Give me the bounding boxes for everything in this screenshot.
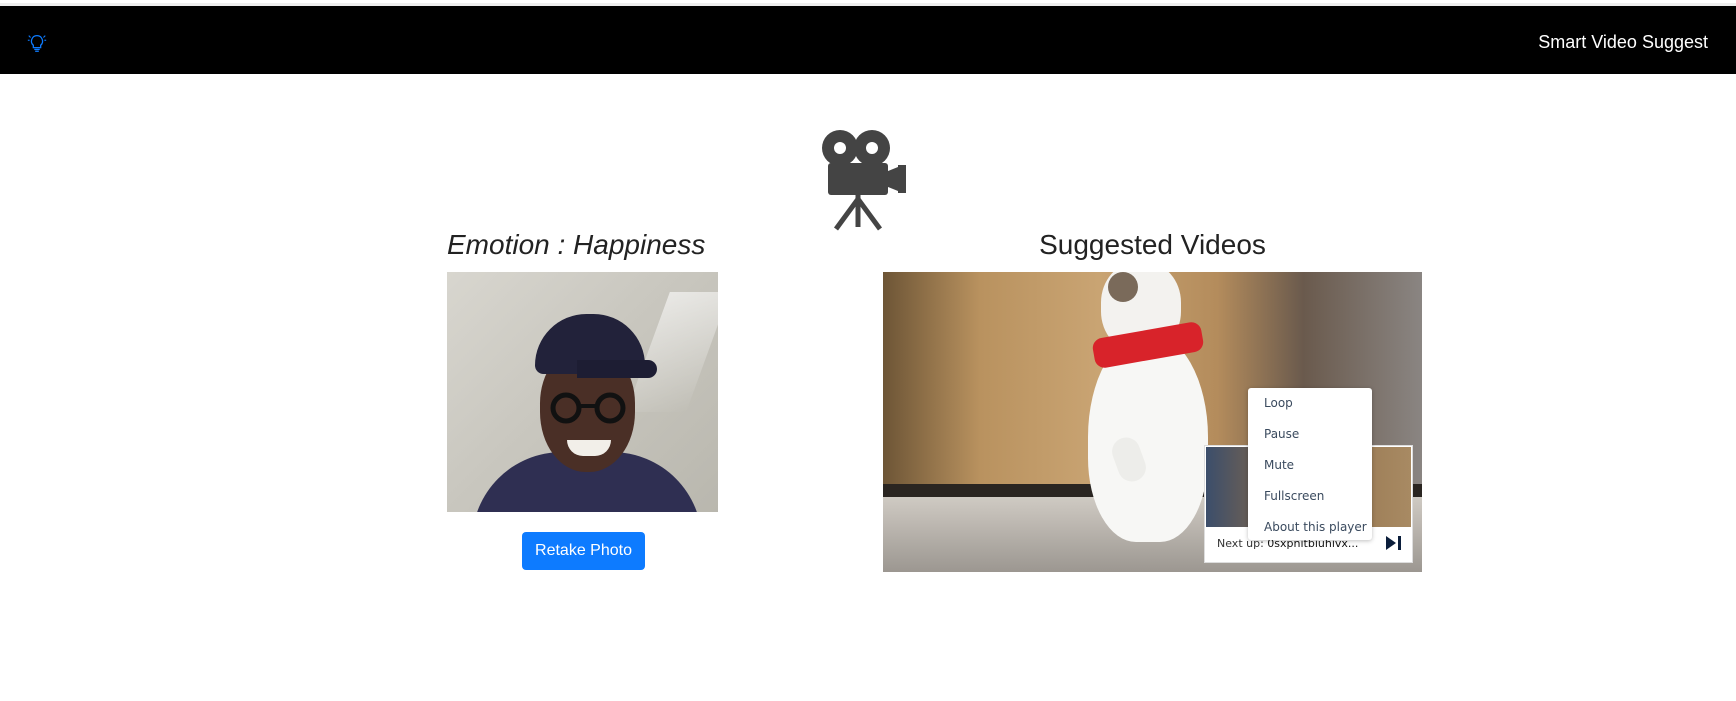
suggested-videos-title: Suggested Videos	[1039, 229, 1266, 260]
player-context-menu: Loop Pause Mute Fullscreen About this pl…	[1248, 388, 1372, 540]
menu-item-fullscreen[interactable]: Fullscreen	[1248, 481, 1372, 512]
menu-item-loop[interactable]: Loop	[1248, 388, 1372, 419]
menu-item-about-player[interactable]: About this player	[1248, 512, 1372, 543]
menu-item-pause[interactable]: Pause	[1248, 419, 1372, 450]
emotion-label: Emotion : Happiness	[447, 229, 706, 260]
navbar-brand[interactable]: Smart Video Suggest	[1538, 32, 1708, 53]
lightbulb-icon[interactable]	[26, 32, 48, 54]
movie-camera-icon	[822, 130, 906, 231]
captured-photo	[447, 272, 718, 512]
skip-next-icon[interactable]	[1386, 536, 1402, 550]
menu-item-mute[interactable]: Mute	[1248, 450, 1372, 481]
navbar: Smart Video Suggest	[0, 3, 1736, 74]
retake-photo-button[interactable]: Retake Photo	[522, 532, 645, 570]
